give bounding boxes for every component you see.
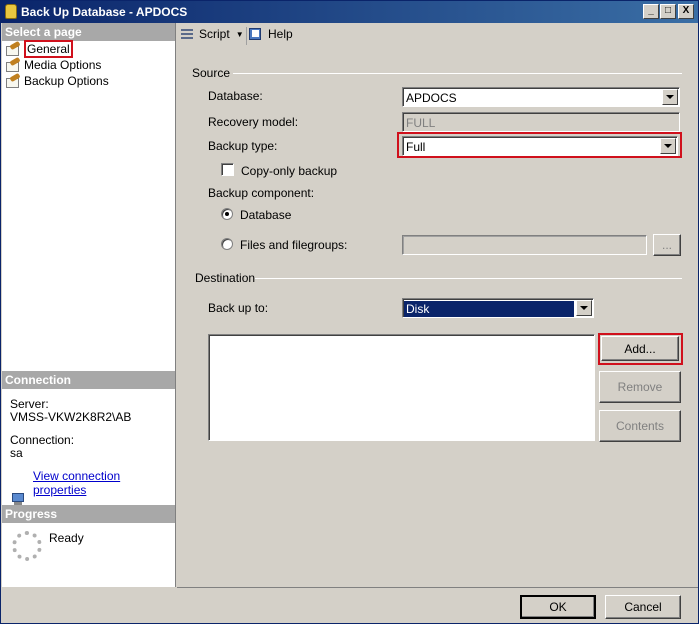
page-label-media-options: Media Options: [24, 58, 102, 72]
progress-header: Progress: [2, 505, 175, 523]
footer-divider: [177, 587, 698, 588]
page-label-general: General: [24, 40, 73, 58]
database-icon: [5, 4, 17, 19]
connection-header: Connection: [2, 371, 175, 389]
toolbar-separator: [246, 27, 247, 45]
browse-filegroups-button[interactable]: ...: [653, 234, 681, 256]
wrench-page-icon: [5, 40, 21, 56]
ok-button[interactable]: OK: [520, 595, 596, 619]
backup-to-select[interactable]: Disk: [402, 298, 594, 318]
component-files-radio[interactable]: [221, 238, 233, 250]
copy-only-label: Copy-only backup: [241, 164, 338, 178]
server-value: VMSS-VKW2K8R2\AB: [10, 410, 132, 424]
wrench-page-icon: [5, 72, 21, 88]
database-label: Database:: [208, 89, 263, 103]
recovery-model-field: FULL: [402, 112, 680, 132]
script-button[interactable]: Script ▼: [179, 27, 244, 41]
script-icon: [179, 27, 195, 41]
component-database-radio[interactable]: [221, 208, 233, 220]
component-database-label: Database: [240, 208, 292, 222]
recovery-model-value: FULL: [406, 116, 436, 130]
backup-type-label: Backup type:: [208, 139, 278, 153]
page-item-general[interactable]: General: [5, 40, 73, 58]
select-page-header: Select a page: [2, 23, 175, 41]
help-button[interactable]: Help: [248, 27, 293, 41]
add-destination-button[interactable]: Add...: [601, 336, 679, 361]
toolbar: Script ▼ Help: [177, 23, 698, 47]
script-label: Script: [199, 27, 230, 41]
remove-destination-button[interactable]: Remove: [599, 371, 681, 403]
filegroups-field: [402, 235, 647, 255]
chevron-down-icon: ▼: [235, 29, 244, 39]
window-title: Back Up Database - APDOCS: [21, 5, 188, 19]
page-item-media-options[interactable]: Media Options: [5, 56, 102, 73]
destination-divider: [255, 278, 682, 279]
progress-status: Ready: [49, 531, 84, 545]
connection-label: Connection:: [10, 433, 75, 447]
close-button[interactable]: X: [678, 4, 694, 19]
destination-list[interactable]: [208, 334, 595, 441]
chevron-down-icon: [576, 300, 592, 316]
page-item-backup-options[interactable]: Backup Options: [5, 72, 109, 89]
connection-properties-icon: [10, 492, 26, 506]
help-label: Help: [268, 27, 293, 41]
backup-type-select[interactable]: Full: [402, 136, 678, 156]
source-header: Source: [192, 66, 231, 80]
connection-value: sa: [10, 446, 23, 460]
source-divider: [233, 73, 682, 74]
backup-to-value: Disk: [404, 301, 574, 317]
page-label-backup-options: Backup Options: [24, 74, 109, 88]
backup-database-dialog: Back Up Database - APDOCS _ □ X Select a…: [0, 0, 699, 624]
help-icon: [248, 27, 264, 41]
backup-component-label: Backup component:: [208, 186, 315, 200]
view-connection-properties-link[interactable]: View connection properties: [33, 469, 175, 497]
left-pane: Select a page General Media Options Back…: [2, 23, 176, 587]
component-files-label: Files and filegroups:: [240, 238, 348, 252]
progress-spinner-icon: [12, 531, 42, 561]
title-bar: Back Up Database - APDOCS _ □ X: [1, 1, 698, 23]
copy-only-checkbox[interactable]: [221, 163, 234, 176]
contents-button[interactable]: Contents: [599, 410, 681, 442]
maximize-button[interactable]: □: [660, 4, 676, 19]
recovery-model-label: Recovery model:: [208, 115, 299, 129]
wrench-page-icon: [5, 56, 21, 72]
cancel-button[interactable]: Cancel: [605, 595, 681, 619]
database-value: APDOCS: [406, 91, 457, 105]
chevron-down-icon: [660, 138, 676, 154]
backup-to-label: Back up to:: [208, 301, 269, 315]
backup-type-value: Full: [406, 140, 426, 154]
server-label: Server:: [10, 397, 49, 411]
chevron-down-icon: [662, 89, 678, 105]
minimize-button[interactable]: _: [643, 4, 659, 19]
database-select[interactable]: APDOCS: [402, 87, 680, 107]
destination-header: Destination: [195, 271, 256, 285]
